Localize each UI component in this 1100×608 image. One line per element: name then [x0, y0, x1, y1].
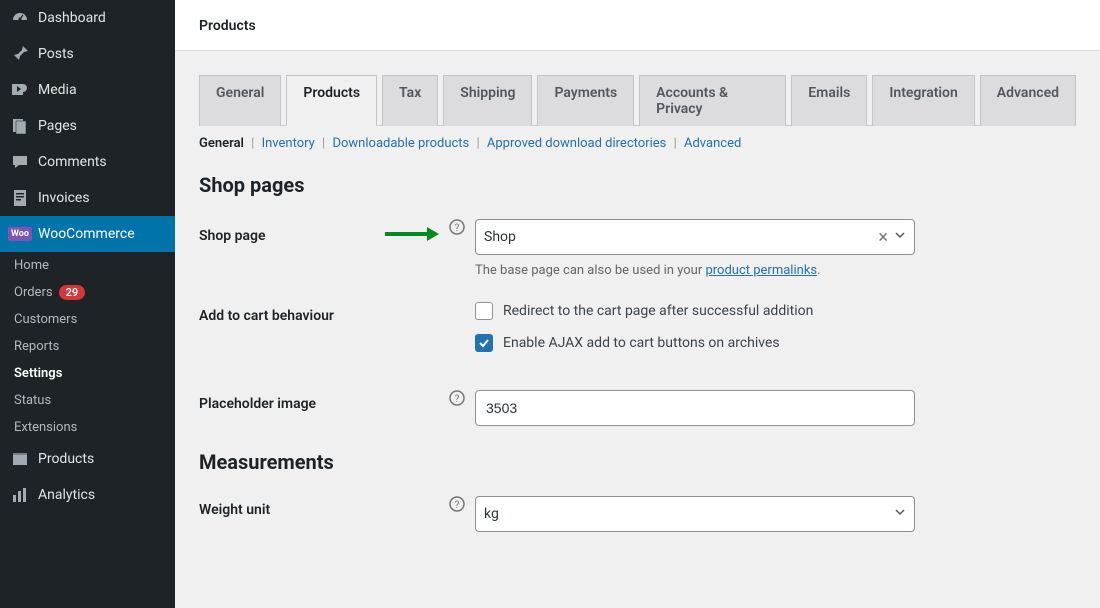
checkbox-ajax-cart[interactable]: Enable AJAX add to cart buttons on archi… [475, 334, 1076, 352]
tab-payments[interactable]: Payments [537, 75, 634, 126]
row-add-to-cart: Add to cart behaviour Redirect to the ca… [199, 302, 1076, 366]
sidebar-item-label: WooCommerce [38, 226, 135, 242]
page-title: Products [199, 18, 1076, 34]
svg-text:?: ? [455, 394, 460, 405]
dashboard-icon [10, 8, 30, 28]
sidebar-sub-extensions[interactable]: Extensions [0, 414, 175, 441]
sidebar-sub-home[interactable]: Home [0, 252, 175, 279]
section-shop-pages: Shop pages [199, 173, 1076, 197]
admin-sidebar: Dashboard Posts Media Pages Comments Inv… [0, 0, 175, 608]
label-placeholder-image: Placeholder image [199, 390, 449, 412]
subtab-inventory[interactable]: Inventory [262, 136, 315, 151]
media-icon [10, 80, 30, 100]
subtab-advanced[interactable]: Advanced [684, 136, 741, 151]
row-placeholder-image: Placeholder image ? [199, 390, 1076, 426]
sidebar-item-analytics[interactable]: Analytics [0, 477, 175, 513]
svg-text:?: ? [455, 500, 460, 511]
subtab-general[interactable]: General [199, 136, 244, 151]
products-icon [10, 449, 30, 469]
sidebar-item-comments[interactable]: Comments [0, 144, 175, 180]
sidebar-item-dashboard[interactable]: Dashboard [0, 0, 175, 36]
checkbox-checked-icon[interactable] [475, 334, 493, 352]
help-icon[interactable]: ? [449, 390, 465, 406]
sidebar-item-media[interactable]: Media [0, 72, 175, 108]
comments-icon [10, 152, 30, 172]
shop-page-select[interactable]: Shop × [475, 219, 915, 255]
sidebar-item-label: Comments [38, 154, 107, 170]
tab-emails[interactable]: Emails [791, 75, 867, 126]
tab-shipping[interactable]: Shipping [443, 75, 532, 126]
tab-tax[interactable]: Tax [382, 75, 438, 126]
sidebar-item-label: Dashboard [38, 10, 106, 26]
sidebar-sub-orders[interactable]: Orders29 [0, 279, 175, 306]
sidebar-item-label: Posts [38, 46, 74, 62]
main-content: Products General Products Tax Shipping P… [175, 0, 1100, 608]
sidebar-item-label: Analytics [38, 487, 95, 503]
help-icon[interactable]: ? [449, 219, 465, 235]
sidebar-sub-status[interactable]: Status [0, 387, 175, 414]
chevron-down-icon [894, 506, 906, 522]
sidebar-item-woocommerce[interactable]: Woo WooCommerce [0, 216, 175, 252]
pages-icon [10, 116, 30, 136]
shop-page-desc: The base page can also be used in your p… [475, 263, 1076, 278]
invoices-icon [10, 188, 30, 208]
subtab-downloadable[interactable]: Downloadable products [332, 136, 469, 151]
placeholder-image-input[interactable] [475, 390, 915, 426]
product-permalinks-link[interactable]: product permalinks [705, 263, 817, 278]
sidebar-item-label: Products [38, 451, 94, 467]
tab-general[interactable]: General [199, 75, 281, 126]
sidebar-item-label: Pages [38, 118, 77, 134]
subtab-approved-dirs[interactable]: Approved download directories [487, 136, 666, 151]
sidebar-item-products[interactable]: Products [0, 441, 175, 477]
settings-tabs: General Products Tax Shipping Payments A… [199, 75, 1076, 126]
sidebar-sub-reports[interactable]: Reports [0, 333, 175, 360]
sidebar-item-invoices[interactable]: Invoices [0, 180, 175, 216]
sidebar-item-pages[interactable]: Pages [0, 108, 175, 144]
row-weight-unit: Weight unit ? kg [199, 496, 1076, 532]
sidebar-sub-settings[interactable]: Settings [0, 360, 175, 387]
sidebar-item-label: Media [38, 82, 77, 98]
help-icon[interactable]: ? [449, 496, 465, 512]
row-shop-page: Shop page ? Shop × The base page can als… [199, 219, 1076, 278]
analytics-icon [10, 485, 30, 505]
orders-count-badge: 29 [59, 285, 86, 300]
sidebar-item-label: Invoices [38, 190, 90, 206]
pin-icon [10, 44, 30, 64]
weight-unit-select[interactable]: kg [475, 496, 915, 532]
checkbox-redirect-cart[interactable]: Redirect to the cart page after successf… [475, 302, 1076, 320]
label-weight-unit: Weight unit [199, 496, 449, 518]
svg-text:?: ? [455, 223, 460, 234]
tab-integration[interactable]: Integration [872, 75, 974, 126]
label-shop-page: Shop page [199, 219, 449, 247]
annotation-arrow [383, 225, 439, 247]
clear-icon[interactable]: × [872, 227, 894, 248]
woocommerce-icon: Woo [10, 224, 30, 244]
label-add-to-cart: Add to cart behaviour [199, 302, 449, 324]
sidebar-sub-customers[interactable]: Customers [0, 306, 175, 333]
section-measurements: Measurements [199, 450, 1076, 474]
tab-accounts-privacy[interactable]: Accounts & Privacy [639, 75, 786, 126]
sidebar-item-posts[interactable]: Posts [0, 36, 175, 72]
tab-products[interactable]: Products [286, 75, 377, 126]
chevron-down-icon [894, 229, 906, 245]
product-subtabs: General | Inventory | Downloadable produ… [199, 136, 1076, 151]
header-bar: Products [175, 0, 1100, 51]
checkbox-icon[interactable] [475, 302, 493, 320]
tab-advanced[interactable]: Advanced [980, 75, 1076, 126]
